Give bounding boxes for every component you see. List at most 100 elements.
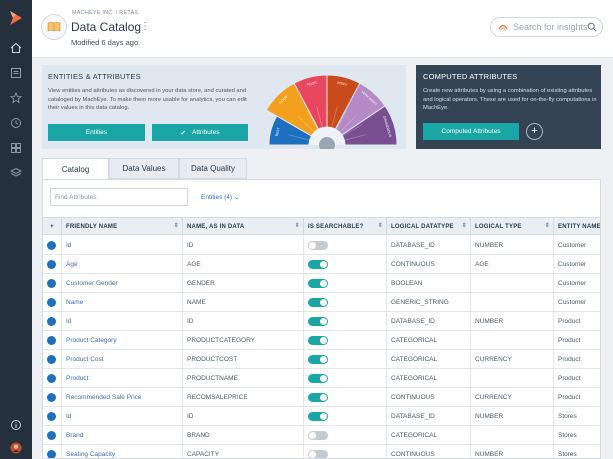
searchable-toggle[interactable] xyxy=(308,240,328,250)
cell-entity-name: Product xyxy=(553,331,600,349)
search-icon[interactable] xyxy=(587,22,597,32)
searchable-toggle[interactable] xyxy=(308,392,328,402)
avatar[interactable] xyxy=(6,438,26,458)
breadcrumb[interactable]: MACHEYE INC. / RETAIL xyxy=(72,10,139,16)
attributes-button[interactable]: ✔ Attributes xyxy=(152,124,248,141)
cell-logical-type xyxy=(470,331,553,349)
cell-name-in-data: PRODUCTCOST xyxy=(182,350,303,368)
searchable-toggle[interactable] xyxy=(308,316,328,326)
cell-logical-type xyxy=(470,274,553,292)
insights-logo-icon xyxy=(498,24,508,31)
cell-name-in-data: RECOMSALEPRICE xyxy=(182,388,303,406)
dashboard-icon[interactable] xyxy=(6,138,26,158)
table-row[interactable]: Customer Gender GENDER BOOLEAN Customer xyxy=(43,274,600,293)
cell-name-in-data: GENDER xyxy=(182,274,303,292)
entities-button[interactable]: Entities xyxy=(48,124,145,141)
toggle-knob xyxy=(320,355,327,363)
table-row[interactable]: Seating Capacity CAPACITY CONTINUOUS NUMBER… xyxy=(43,445,600,458)
cell-searchable xyxy=(303,293,386,311)
column-header-searchable[interactable]: IS SEARCHABLE? ⇕ xyxy=(303,218,386,235)
cell-friendly-name[interactable]: Id xyxy=(61,312,182,330)
row-status-dot xyxy=(47,374,56,383)
computed-attributes-panel: COMPUTED ATTRIBUTES Create new attribute… xyxy=(416,65,601,149)
searchable-toggle[interactable] xyxy=(308,449,328,458)
searchable-toggle[interactable] xyxy=(308,297,328,307)
catalog-book-icon xyxy=(41,14,67,40)
row-status-dot xyxy=(47,298,56,307)
cell-friendly-name[interactable]: Customer Gender xyxy=(61,274,182,292)
table-row[interactable]: Id ID DATABASE_ID NUMBER Stores xyxy=(43,407,600,426)
star-icon[interactable] xyxy=(6,88,26,108)
cell-logical-type: CURRENCY xyxy=(470,350,553,368)
cell-friendly-name[interactable]: Product xyxy=(61,369,182,387)
searchable-toggle[interactable] xyxy=(308,354,328,364)
table-header: + FRIENDLY NAME ⇕ NAME, AS IN DATA ⇕ IS SE… xyxy=(43,217,600,235)
searchable-toggle[interactable] xyxy=(308,259,328,269)
cell-logical-type: NUMBER xyxy=(470,445,553,458)
sort-icon[interactable]: ⇕ xyxy=(174,222,179,229)
cell-friendly-name[interactable]: Id xyxy=(61,236,182,254)
row-status-dot xyxy=(47,431,56,440)
table-row[interactable]: Product Cost PRODUCTCOST CATEGORICAL CURREN… xyxy=(43,350,600,369)
computed-attributes-button[interactable]: Computed Attributes xyxy=(423,123,519,140)
cell-searchable xyxy=(303,445,386,458)
cell-friendly-name[interactable]: Name xyxy=(61,293,182,311)
cell-searchable xyxy=(303,331,386,349)
cell-friendly-name[interactable]: Recommended Sale Price xyxy=(61,388,182,406)
table-row[interactable]: Name NAME GENERIC_STRING Customer xyxy=(43,293,600,312)
home-icon[interactable] xyxy=(6,38,26,58)
tab-catalog[interactable]: Catalog xyxy=(42,158,109,180)
table-row[interactable]: Age AGE CONTINUOUS AGE Customer xyxy=(43,255,600,274)
searchable-toggle[interactable] xyxy=(308,335,328,345)
cell-entity-name: Stores xyxy=(553,426,600,444)
data-quality-gauge: GOODPOOR RISKYVERY RISKYDANGEROUSBEST xyxy=(265,74,398,149)
cell-logical-type: NUMBER xyxy=(470,407,553,425)
search-input[interactable]: Search for insights xyxy=(490,17,603,37)
cell-friendly-name[interactable]: Product Cost xyxy=(61,350,182,368)
cell-friendly-name[interactable]: Age xyxy=(61,255,182,273)
table-row[interactable]: Id ID DATABASE_ID NUMBER Product xyxy=(43,312,600,331)
table-row[interactable]: Brand BRAND CATEGORICAL Stores xyxy=(43,426,600,445)
table-row[interactable]: Product Category PRODUCTCATEGORY CATEGORIC… xyxy=(43,331,600,350)
searchable-toggle[interactable] xyxy=(308,373,328,383)
layers-icon[interactable] xyxy=(6,163,26,183)
history-icon[interactable] xyxy=(6,113,26,133)
entities-filter-dropdown[interactable]: Entities (4) ⌄ xyxy=(201,193,239,201)
table-row[interactable]: Product PRODUCTNAME CATEGORICAL Product xyxy=(43,369,600,388)
cell-friendly-name[interactable]: Brand xyxy=(61,426,182,444)
info-icon[interactable] xyxy=(6,415,26,435)
sort-icon[interactable]: ⇕ xyxy=(545,222,550,229)
column-header-logical-datatype[interactable]: LOGICAL DATATYPE ⇕ xyxy=(386,218,470,235)
column-header-entity-name[interactable]: ENTITY NAME xyxy=(553,218,600,235)
cell-friendly-name[interactable]: Product Category xyxy=(61,331,182,349)
tab-data-quality[interactable]: Data Quality xyxy=(179,158,247,179)
searchable-toggle[interactable] xyxy=(308,278,328,288)
searchable-toggle[interactable] xyxy=(308,430,328,440)
sort-icon[interactable]: ⇕ xyxy=(378,222,383,229)
toggle-knob xyxy=(320,336,327,344)
tab-data-values[interactable]: Data Values xyxy=(109,158,179,179)
cell-searchable xyxy=(303,369,386,387)
entities-panel-description: View entities and attributes as discover… xyxy=(48,88,247,111)
macheye-logo-icon[interactable] xyxy=(8,10,24,26)
add-column-icon[interactable]: + xyxy=(43,218,61,235)
entities-attributes-panel: ENTITIES & ATTRIBUTES View entities and … xyxy=(42,65,406,149)
cell-name-in-data: NAME xyxy=(182,293,303,311)
more-options-icon[interactable]: ⋮ xyxy=(140,21,150,32)
column-header-name-in-data[interactable]: NAME, AS IN DATA ⇕ xyxy=(182,218,303,235)
sort-icon[interactable]: ⇕ xyxy=(462,222,467,229)
add-computed-attribute-button[interactable]: + xyxy=(526,123,543,140)
cell-logical-type: AGE xyxy=(470,255,553,273)
row-status-dot xyxy=(47,450,56,458)
table-row[interactable]: Recommended Sale Price RECOMSALEPRICE CONT… xyxy=(43,388,600,407)
column-header-logical-type[interactable]: LOGICAL TYPE ⇕ xyxy=(470,218,553,235)
table-row[interactable]: Id ID DATABASE_ID NUMBER Customer xyxy=(43,236,600,255)
cell-friendly-name[interactable]: Seating Capacity xyxy=(61,445,182,458)
cell-friendly-name[interactable]: Id xyxy=(61,407,182,425)
find-attributes-input[interactable]: Find Attributes xyxy=(50,188,188,206)
column-header-friendly-name[interactable]: FRIENDLY NAME ⇕ xyxy=(61,218,182,235)
catalog-icon[interactable] xyxy=(6,63,26,83)
searchable-toggle[interactable] xyxy=(308,411,328,421)
cell-logical-type xyxy=(470,369,553,387)
sort-icon[interactable]: ⇕ xyxy=(295,222,300,229)
